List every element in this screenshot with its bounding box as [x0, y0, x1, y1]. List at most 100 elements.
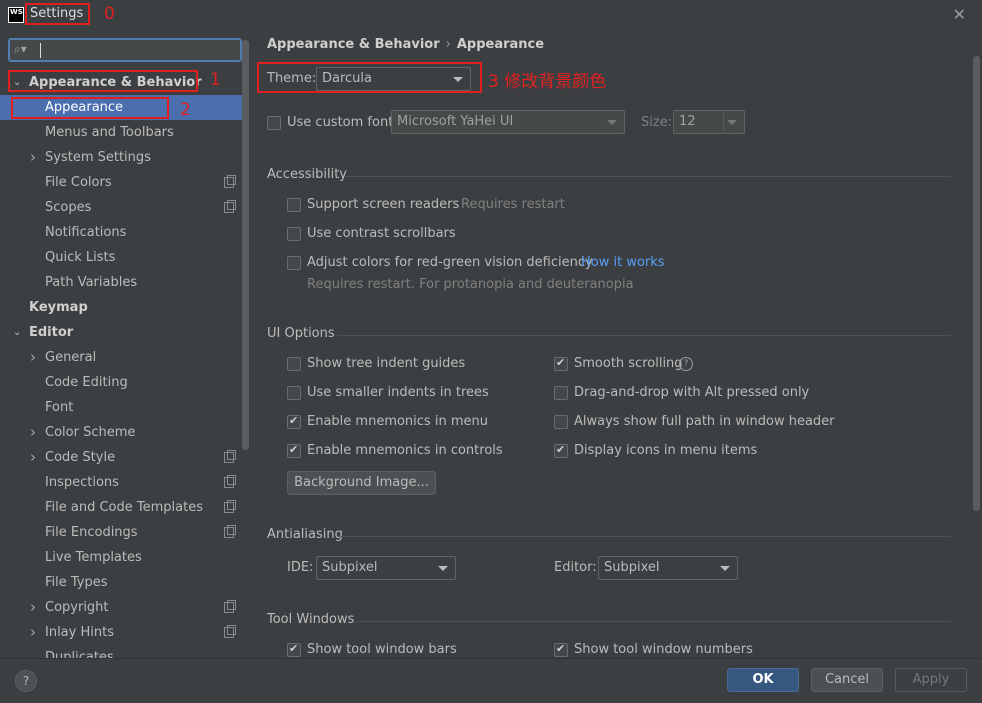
font-select[interactable]: Microsoft YaHei UI: [391, 110, 625, 134]
sidebar-item-editor[interactable]: ⌄ Editor: [0, 320, 242, 345]
cancel-button[interactable]: Cancel: [811, 668, 883, 692]
mnemonics-controls-label: Enable mnemonics in controls: [307, 443, 503, 458]
sidebar-item-label: Duplicates: [45, 650, 114, 658]
sidebar-item-label: Inspections: [45, 475, 119, 490]
editor-aa-label: Editor:: [554, 560, 597, 575]
help-icon[interactable]: ?: [679, 357, 693, 371]
sidebar-item-scopes[interactable]: Scopes: [0, 195, 242, 220]
ide-aa-label: IDE:: [287, 560, 314, 575]
chevron-down-icon: [453, 77, 463, 82]
sidebar-item-file-types[interactable]: File Types: [0, 570, 242, 595]
custom-font-label: Use custom font:: [287, 115, 398, 130]
color-deficiency-label: Adjust colors for red-green vision defic…: [307, 255, 593, 270]
project-scope-icon: [224, 475, 236, 488]
custom-font-checkbox[interactable]: [267, 116, 281, 130]
theme-select[interactable]: Darcula: [316, 67, 471, 91]
contrast-scrollbars-checkbox[interactable]: [287, 227, 301, 241]
title-bar: WS Settings 0 ✕: [0, 0, 982, 30]
sidebar-item-code-editing[interactable]: Code Editing: [0, 370, 242, 395]
how-it-works-link[interactable]: How it works: [581, 255, 665, 270]
sidebar-item-label: Path Variables: [45, 275, 138, 290]
sidebar-item-file-and-code-templates[interactable]: File and Code Templates: [0, 495, 242, 520]
sidebar-item-quick-lists[interactable]: Quick Lists: [0, 245, 242, 270]
sidebar-item-duplicates[interactable]: Duplicates: [0, 645, 242, 658]
sidebar-item-label: Font: [45, 400, 74, 415]
editor-aa-select[interactable]: Subpixel: [598, 556, 738, 580]
sidebar-item-general[interactable]: › General: [0, 345, 242, 370]
display-icons-checkbox[interactable]: [554, 443, 568, 458]
sidebar-item-system-settings[interactable]: › System Settings: [0, 145, 242, 170]
chevron-right-icon[interactable]: ›: [30, 445, 36, 470]
mnemonics-controls-checkbox[interactable]: [287, 443, 301, 458]
sidebar-item-label: Copyright: [45, 600, 109, 615]
ide-aa-select[interactable]: Subpixel: [316, 556, 456, 580]
sidebar-item-path-variables[interactable]: Path Variables: [0, 270, 242, 295]
sidebar-item-label: Editor: [29, 325, 74, 340]
dialog-footer: ? OK Cancel Apply: [0, 658, 982, 703]
smooth-scrolling-checkbox[interactable]: [554, 356, 568, 371]
display-icons-label: Display icons in menu items: [574, 443, 758, 458]
chevron-right-icon[interactable]: ›: [30, 595, 36, 620]
sidebar-item-color-scheme[interactable]: › Color Scheme: [0, 420, 242, 445]
sidebar-item-copyright[interactable]: › Copyright: [0, 595, 242, 620]
tool-window-numbers-checkbox[interactable]: [554, 642, 568, 657]
ok-button[interactable]: OK: [727, 668, 799, 692]
sidebar-item-label: Quick Lists: [45, 250, 116, 265]
tool-window-bars-checkbox[interactable]: [287, 642, 301, 657]
apply-button[interactable]: Apply: [895, 668, 967, 692]
chevron-down-icon: [438, 566, 448, 571]
full-path-checkbox[interactable]: [554, 415, 568, 429]
help-icon[interactable]: ?: [15, 670, 37, 692]
drag-drop-checkbox[interactable]: [554, 386, 568, 400]
font-size-select[interactable]: 12: [673, 110, 745, 134]
sidebar-item-label: Inlay Hints: [45, 625, 114, 640]
sidebar-item-label: Keymap: [29, 300, 88, 315]
sidebar-item-label: File Colors: [45, 175, 112, 190]
breadcrumb-current: Appearance: [456, 37, 545, 52]
color-deficiency-checkbox[interactable]: [287, 256, 301, 270]
mnemonics-menu-checkbox[interactable]: [287, 414, 301, 429]
project-scope-icon: [224, 200, 236, 213]
sidebar-item-keymap[interactable]: Keymap: [0, 295, 242, 320]
sidebar-item-file-encodings[interactable]: File Encodings: [0, 520, 242, 545]
chevron-right-icon[interactable]: ›: [30, 145, 36, 170]
sidebar-item-label: Code Editing: [45, 375, 128, 390]
tree-indent-checkbox[interactable]: [287, 357, 301, 371]
mnemonics-menu-label: Enable mnemonics in menu: [307, 414, 488, 429]
sidebar-item-live-templates[interactable]: Live Templates: [0, 545, 242, 570]
smaller-indents-checkbox[interactable]: [287, 386, 301, 400]
sidebar-item-notifications[interactable]: Notifications: [0, 220, 242, 245]
chevron-right-icon[interactable]: ›: [30, 420, 36, 445]
sidebar-item-menus-and-toolbars[interactable]: Menus and Toolbars: [0, 120, 242, 145]
sidebar-item-inlay-hints[interactable]: › Inlay Hints: [0, 620, 242, 645]
accessibility-section-title: Accessibility: [267, 167, 347, 182]
chevron-down-icon[interactable]: ⌄: [13, 320, 21, 345]
background-image-button[interactable]: Background Image...: [287, 471, 436, 495]
ui-options-section-title: UI Options: [267, 326, 335, 341]
content-scrollbar[interactable]: [973, 56, 980, 511]
sidebar-scrollbar[interactable]: [242, 40, 249, 450]
text-caret: [40, 43, 41, 58]
screen-readers-checkbox[interactable]: [287, 198, 301, 212]
settings-sidebar: ⌕▾ ⌄ Appearance & Behavior Appearance Menus…: [0, 30, 250, 658]
annotation-0: 0: [104, 4, 115, 24]
sidebar-item-code-style[interactable]: › Code Style: [0, 445, 242, 470]
search-input[interactable]: ⌕▾: [8, 38, 242, 62]
sidebar-item-inspections[interactable]: Inspections: [0, 470, 242, 495]
requires-restart-note: Requires restart: [461, 197, 565, 212]
project-scope-icon: [224, 525, 236, 538]
breadcrumb-separator: ›: [445, 37, 451, 52]
drag-drop-label: Drag-and-drop with Alt pressed only: [574, 385, 810, 400]
annotation-box-1: [8, 70, 198, 92]
annotation-3: 3 修改背景颜色: [488, 72, 607, 92]
project-scope-icon: [224, 175, 236, 188]
chevron-right-icon[interactable]: ›: [30, 345, 36, 370]
chevron-right-icon[interactable]: ›: [30, 620, 36, 645]
font-size-value: 12: [679, 114, 696, 129]
breadcrumb-parent[interactable]: Appearance & Behavior: [267, 37, 440, 52]
annotation-box-2: [11, 97, 169, 119]
close-icon[interactable]: ✕: [953, 5, 966, 24]
sidebar-item-label: File and Code Templates: [45, 500, 203, 515]
sidebar-item-file-colors[interactable]: File Colors: [0, 170, 242, 195]
sidebar-item-font[interactable]: Font: [0, 395, 242, 420]
